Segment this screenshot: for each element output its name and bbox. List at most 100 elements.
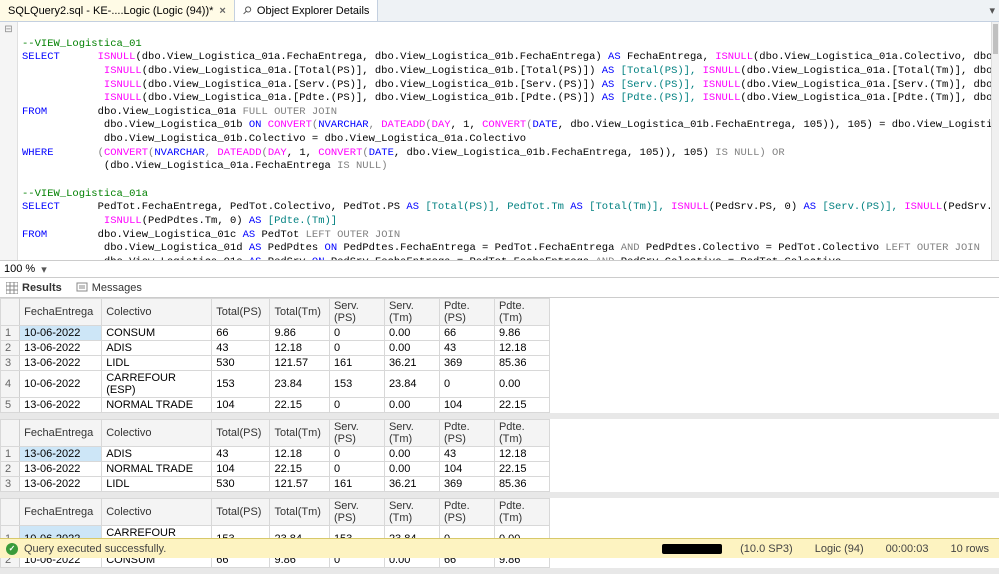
col-colectivo[interactable]: Colectivo [102,420,212,447]
col-pdteps[interactable]: Pdte.(PS) [439,420,494,447]
cell-fechaentrega[interactable]: 10-06-2022 [20,326,102,341]
tab-results[interactable]: Results [6,282,62,294]
cell-totaltm[interactable]: 121.57 [270,356,329,371]
cell-totalps[interactable]: 530 [212,477,270,492]
cell-servps[interactable]: 0 [329,462,384,477]
col-servps[interactable]: Serv.(PS) [329,420,384,447]
col-totalps[interactable]: Total(PS) [212,420,270,447]
cell-pdteps[interactable]: 43 [439,447,494,462]
cell-colectivo[interactable]: CARREFOUR (ESP) [102,371,212,398]
cell-servps[interactable]: 0 [329,341,384,356]
cell-pdtetm[interactable]: 85.36 [494,477,549,492]
row-number[interactable]: 2 [1,341,20,356]
col-colectivo[interactable]: Colectivo [102,499,212,526]
editor-scrollbar[interactable] [991,22,999,260]
col-servps[interactable]: Serv.(PS) [329,299,384,326]
cell-totaltm[interactable]: 12.18 [270,341,329,356]
fold-icon[interactable]: ⊟ [0,24,17,35]
cell-pdteps[interactable]: 369 [439,356,494,371]
col-pdtetm[interactable]: Pdte.(Tm) [494,299,549,326]
cell-servtm[interactable]: 0.00 [384,326,439,341]
cell-servtm[interactable]: 36.21 [384,356,439,371]
row-number[interactable]: 1 [1,326,20,341]
zoom-value[interactable]: 100 % [4,263,35,275]
col-totaltm[interactable]: Total(Tm) [270,499,329,526]
cell-servtm[interactable]: 0.00 [384,447,439,462]
cell-colectivo[interactable]: ADIS [102,447,212,462]
cell-colectivo[interactable]: NORMAL TRADE [102,398,212,413]
col-pdteps[interactable]: Pdte.(PS) [439,299,494,326]
result-table[interactable]: FechaEntrega Colectivo Total(PS) Total(T… [0,298,550,413]
cell-pdtetm[interactable]: 22.15 [494,462,549,477]
cell-pdteps[interactable]: 0 [439,371,494,398]
close-icon[interactable]: × [219,5,225,17]
cell-fechaentrega[interactable]: 10-06-2022 [20,371,102,398]
cell-servtm[interactable]: 0.00 [384,398,439,413]
table-row[interactable]: 1 10-06-2022 CONSUM 66 9.86 0 0.00 66 9.… [1,326,550,341]
table-row[interactable]: 1 13-06-2022 ADIS 43 12.18 0 0.00 43 12.… [1,447,550,462]
tab-messages[interactable]: Messages [76,282,142,294]
cell-pdteps[interactable]: 369 [439,477,494,492]
col-fechaentrega[interactable]: FechaEntrega [20,299,102,326]
col-totaltm[interactable]: Total(Tm) [270,299,329,326]
cell-servps[interactable]: 0 [329,398,384,413]
cell-servps[interactable]: 161 [329,356,384,371]
table-row[interactable]: 2 13-06-2022 ADIS 43 12.18 0 0.00 43 12.… [1,341,550,356]
cell-fechaentrega[interactable]: 13-06-2022 [20,341,102,356]
code-area[interactable]: --VIEW_Logistica_01 SELECT ISNULL(dbo.Vi… [18,22,999,260]
cell-totaltm[interactable]: 22.15 [270,398,329,413]
col-pdtetm[interactable]: Pdte.(Tm) [494,499,549,526]
cell-servtm[interactable]: 0.00 [384,462,439,477]
cell-totalps[interactable]: 104 [212,398,270,413]
cell-totalps[interactable]: 153 [212,371,270,398]
tab-sqlquery2[interactable]: SQLQuery2.sql - KE-....Logic (Logic (94)… [0,0,235,21]
col-fechaentrega[interactable]: FechaEntrega [20,499,102,526]
cell-colectivo[interactable]: LIDL [102,477,212,492]
cell-totalps[interactable]: 530 [212,356,270,371]
cell-totaltm[interactable]: 9.86 [270,326,329,341]
col-pdteps[interactable]: Pdte.(PS) [439,499,494,526]
row-number[interactable]: 5 [1,398,20,413]
row-number[interactable]: 4 [1,371,20,398]
cell-servtm[interactable]: 0.00 [384,341,439,356]
tab-overflow-icon[interactable]: ▾ [989,4,995,17]
col-colectivo[interactable]: Colectivo [102,299,212,326]
table-row[interactable]: 4 10-06-2022 CARREFOUR (ESP) 153 23.84 1… [1,371,550,398]
cell-fechaentrega[interactable]: 13-06-2022 [20,462,102,477]
cell-pdtetm[interactable]: 85.36 [494,356,549,371]
table-row[interactable]: 3 13-06-2022 LIDL 530 121.57 161 36.21 3… [1,356,550,371]
col-totaltm[interactable]: Total(Tm) [270,420,329,447]
cell-totalps[interactable]: 66 [212,326,270,341]
cell-fechaentrega[interactable]: 13-06-2022 [20,356,102,371]
cell-totaltm[interactable]: 12.18 [270,447,329,462]
row-number[interactable]: 3 [1,477,20,492]
row-number[interactable]: 2 [1,462,20,477]
cell-pdtetm[interactable]: 22.15 [494,398,549,413]
cell-totaltm[interactable]: 22.15 [270,462,329,477]
cell-colectivo[interactable]: NORMAL TRADE [102,462,212,477]
col-totalps[interactable]: Total(PS) [212,499,270,526]
cell-totaltm[interactable]: 121.57 [270,477,329,492]
cell-fechaentrega[interactable]: 13-06-2022 [20,447,102,462]
cell-pdteps[interactable]: 66 [439,326,494,341]
table-row[interactable]: 2 13-06-2022 NORMAL TRADE 104 22.15 0 0.… [1,462,550,477]
col-fechaentrega[interactable]: FechaEntrega [20,420,102,447]
col-servps[interactable]: Serv.(PS) [329,499,384,526]
cell-servtm[interactable]: 36.21 [384,477,439,492]
cell-totalps[interactable]: 43 [212,341,270,356]
col-servtm[interactable]: Serv.(Tm) [384,499,439,526]
zoom-dropdown-icon[interactable]: ▾ [41,263,47,276]
cell-pdteps[interactable]: 104 [439,462,494,477]
cell-servtm[interactable]: 23.84 [384,371,439,398]
cell-pdtetm[interactable]: 12.18 [494,341,549,356]
cell-totalps[interactable]: 104 [212,462,270,477]
cell-servps[interactable]: 0 [329,326,384,341]
cell-pdtetm[interactable]: 9.86 [494,326,549,341]
cell-totalps[interactable]: 43 [212,447,270,462]
col-totalps[interactable]: Total(PS) [212,299,270,326]
cell-pdteps[interactable]: 43 [439,341,494,356]
result-table[interactable]: FechaEntrega Colectivo Total(PS) Total(T… [0,419,550,492]
cell-pdtetm[interactable]: 12.18 [494,447,549,462]
cell-fechaentrega[interactable]: 13-06-2022 [20,398,102,413]
cell-colectivo[interactable]: LIDL [102,356,212,371]
